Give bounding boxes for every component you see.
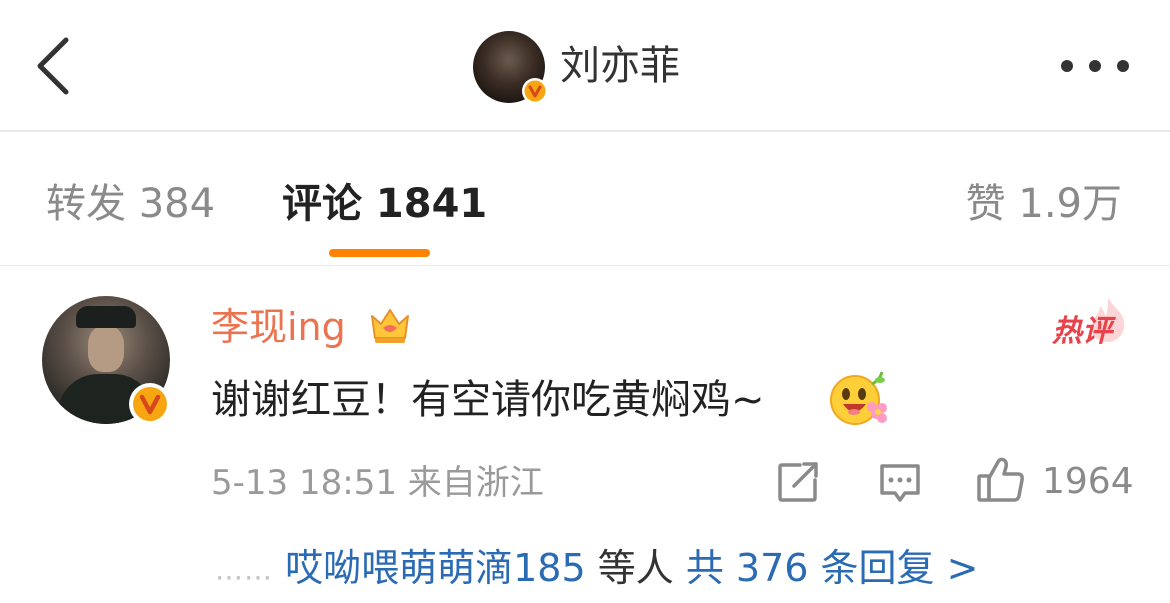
thumbs-up-icon — [977, 457, 1024, 502]
more-dots-icon — [1061, 60, 1129, 72]
view-all-replies-link[interactable]: 共 376 条回复 > — [686, 546, 979, 590]
tab-repost[interactable]: 转发 384 — [46, 179, 215, 229]
chevron-left-icon — [37, 37, 69, 95]
verified-v-icon — [522, 78, 548, 104]
profile-avatar[interactable] — [473, 31, 548, 104]
like-count: 1964 — [1042, 461, 1134, 502]
share-edit-icon — [778, 462, 818, 502]
reply-button[interactable] — [878, 460, 922, 504]
repost-button[interactable] — [776, 460, 820, 504]
tab-bar: 转发 384 评论 1841 赞 1.9万 — [0, 134, 1170, 266]
vip-crown-icon — [371, 309, 409, 343]
back-button[interactable] — [30, 34, 80, 98]
comment-location: 来自浙江 — [407, 463, 544, 503]
verified-v-icon — [129, 383, 171, 425]
avatar-figure-cap — [76, 306, 136, 328]
hot-comment-badge: 热评 — [1050, 296, 1130, 349]
like-button[interactable] — [976, 456, 1026, 504]
page-title: 刘亦菲 — [560, 43, 680, 89]
reply-suffix: 等人 — [597, 546, 674, 590]
reply-summary[interactable]: …… 哎呦喂萌萌滴185 等人 共 376 条回复 > — [215, 544, 978, 595]
comment-time: 5-13 18:51 — [211, 463, 397, 503]
comment-meta: 5-13 18:51 来自浙江 — [211, 462, 544, 504]
top-bar: 刘亦菲 — [0, 0, 1170, 132]
tab-comment[interactable]: 评论 1841 — [282, 179, 487, 229]
comment-text: 谢谢红豆！有空请你吃黄焖鸡~ — [211, 377, 765, 423]
reply-dots: …… — [215, 553, 273, 587]
reply-usernames[interactable]: 哎呦喂萌萌滴185 — [285, 546, 586, 590]
happy-flower-emoji-icon — [830, 371, 887, 425]
avatar-figure-face — [88, 326, 124, 372]
active-tab-indicator — [329, 249, 430, 257]
tab-like[interactable]: 赞 1.9万 — [966, 179, 1122, 229]
commenter-username[interactable]: 李现ing — [211, 303, 346, 351]
more-button[interactable] — [1055, 55, 1135, 77]
hot-label: 热评 — [1052, 314, 1112, 349]
comment-bubble-icon — [880, 464, 920, 502]
